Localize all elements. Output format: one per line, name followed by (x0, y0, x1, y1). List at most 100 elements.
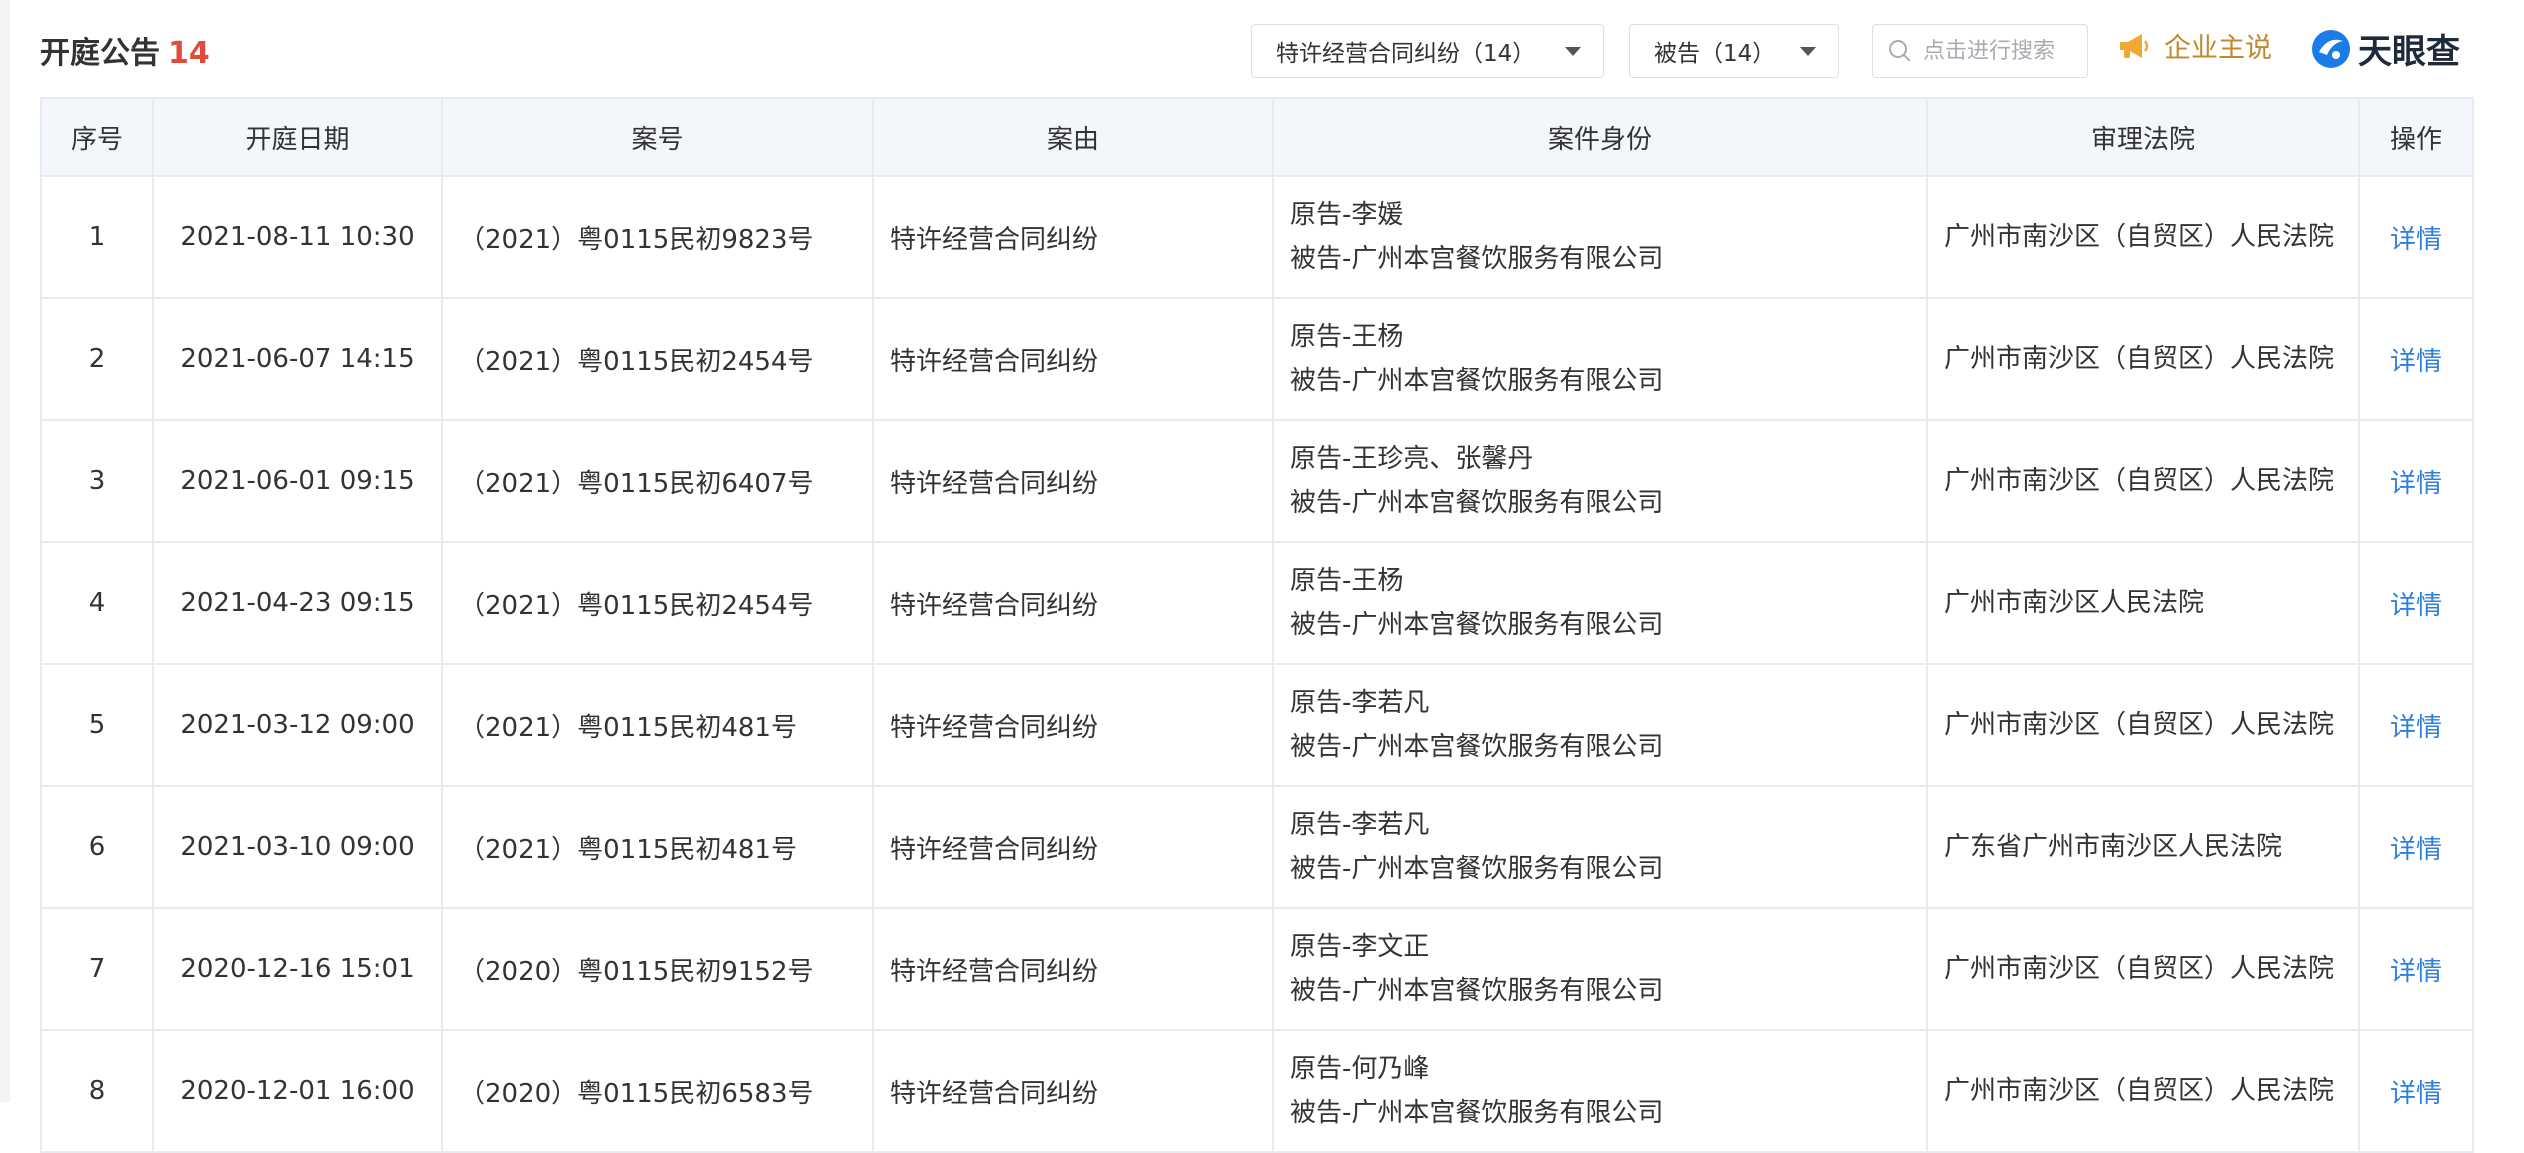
cell-date: 2021-06-01 09:15 (152, 419, 443, 543)
cell-date: 2021-03-12 09:00 (152, 663, 443, 787)
cell-court: 广州市南沙区（自贸区）人民法院 (1926, 297, 2360, 421)
cell-role: 原告-李若凡 被告-广州本宫餐饮服务有限公司 (1272, 785, 1928, 909)
detail-link[interactable]: 详情 (2390, 713, 2442, 743)
defendant-text: 被告-广州本宫餐饮服务有限公司 (1290, 610, 1664, 640)
cell-no: 2 (40, 297, 154, 421)
cell-role: 原告-王杨 被告-广州本宫餐饮服务有限公司 (1272, 297, 1928, 421)
cell-role: 原告-王杨 被告-广州本宫餐饮服务有限公司 (1272, 541, 1928, 665)
column-header-cause: 案由 (872, 97, 1274, 177)
cell-court: 广州市南沙区（自贸区）人民法院 (1926, 419, 2360, 543)
plaintiff-text: 原告-李若凡 (1290, 688, 1430, 718)
column-header-role: 案件身份 (1272, 97, 1928, 177)
detail-link[interactable]: 详情 (2390, 347, 2442, 377)
cause-filter-dropdown[interactable]: 特许经营合同纠纷（14） (1251, 24, 1604, 78)
plaintiff-text: 原告-李若凡 (1290, 810, 1430, 840)
cell-date: 2020-12-16 15:01 (152, 907, 443, 1031)
cell-case-no: （2021）粤0115民初2454号 (441, 541, 874, 665)
cell-role: 原告-李若凡 被告-广州本宫餐饮服务有限公司 (1272, 663, 1928, 787)
cell-no: 7 (40, 907, 154, 1031)
cell-court: 广州市南沙区（自贸区）人民法院 (1926, 1029, 2360, 1153)
megaphone-icon (2120, 33, 2149, 58)
cell-court: 广东省广州市南沙区人民法院 (1926, 785, 2360, 909)
cell-date: 2020-12-01 16:00 (152, 1029, 443, 1153)
defendant-text: 被告-广州本宫餐饮服务有限公司 (1290, 244, 1664, 274)
detail-link[interactable]: 详情 (2390, 225, 2442, 255)
search-icon (1889, 40, 1911, 62)
table-row: 1 2021-08-11 10:30 （2021）粤0115民初9823号 特许… (40, 175, 2474, 299)
detail-link[interactable]: 详情 (2390, 957, 2442, 987)
cell-date: 2021-03-10 09:00 (152, 785, 443, 909)
section-title-label: 开庭公告 (40, 36, 160, 71)
brand-name: 天眼查 (2358, 32, 2460, 72)
cell-case-no: （2021）粤0115民初2454号 (441, 297, 874, 421)
plaintiff-text: 原告-李文正 (1290, 932, 1430, 962)
cell-cause: 特许经营合同纠纷 (872, 663, 1274, 787)
section-title-count: 14 (168, 36, 210, 71)
defendant-text: 被告-广州本宫餐饮服务有限公司 (1290, 854, 1664, 884)
cell-role: 原告-李文正 被告-广州本宫餐饮服务有限公司 (1272, 907, 1928, 1031)
defendant-text: 被告-广州本宫餐饮服务有限公司 (1290, 488, 1664, 518)
cell-no: 5 (40, 663, 154, 787)
cell-cause: 特许经营合同纠纷 (872, 297, 1274, 421)
cell-date: 2021-08-11 10:30 (152, 175, 443, 299)
cell-date: 2021-04-23 09:15 (152, 541, 443, 665)
cell-cause: 特许经营合同纠纷 (872, 907, 1274, 1031)
chevron-down-icon (1800, 46, 1816, 56)
table-row: 8 2020-12-01 16:00 （2020）粤0115民初6583号 特许… (40, 1029, 2474, 1153)
chevron-down-icon (1565, 46, 1581, 56)
cell-case-no: （2021）粤0115民初9823号 (441, 175, 874, 299)
cell-case-no: （2020）粤0115民初9152号 (441, 907, 874, 1031)
cell-cause: 特许经营合同纠纷 (872, 175, 1274, 299)
column-header-case-no: 案号 (441, 97, 874, 177)
cell-cause: 特许经营合同纠纷 (872, 419, 1274, 543)
column-header-court: 审理法院 (1926, 97, 2360, 177)
cell-case-no: （2021）粤0115民初481号 (441, 663, 874, 787)
cell-court: 广州市南沙区（自贸区）人民法院 (1926, 907, 2360, 1031)
detail-link[interactable]: 详情 (2390, 835, 2442, 865)
cell-court: 广州市南沙区（自贸区）人民法院 (1926, 663, 2360, 787)
detail-link[interactable]: 详情 (2390, 591, 2442, 621)
table-row: 4 2021-04-23 09:15 （2021）粤0115民初2454号 特许… (40, 541, 2474, 665)
plaintiff-text: 原告-王珍亮、张馨丹 (1290, 444, 1534, 474)
cell-cause: 特许经营合同纠纷 (872, 1029, 1274, 1153)
detail-link[interactable]: 详情 (2390, 469, 2442, 499)
cell-no: 6 (40, 785, 154, 909)
table-row: 3 2021-06-01 09:15 （2021）粤0115民初6407号 特许… (40, 419, 2474, 543)
defendant-text: 被告-广州本宫餐饮服务有限公司 (1290, 732, 1664, 762)
column-header-date: 开庭日期 (152, 97, 443, 177)
table-header-row: 序号 开庭日期 案号 案由 案件身份 审理法院 操作 (40, 97, 2474, 177)
role-filter-dropdown[interactable]: 被告（14） (1629, 24, 1839, 78)
plaintiff-text: 原告-何乃峰 (1290, 1054, 1430, 1084)
cause-filter-label: 特许经营合同纠纷（14） (1276, 41, 1536, 67)
cell-case-no: （2020）粤0115民初6583号 (441, 1029, 874, 1153)
plaintiff-text: 原告-王杨 (1290, 322, 1404, 352)
tianyancha-logo-icon (2312, 29, 2350, 68)
cell-no: 8 (40, 1029, 154, 1153)
table-row: 7 2020-12-16 15:01 （2020）粤0115民初9152号 特许… (40, 907, 2474, 1031)
cell-no: 1 (40, 175, 154, 299)
enterprise-voice-label: 企业主说 (2164, 33, 2272, 64)
cell-case-no: （2021）粤0115民初6407号 (441, 419, 874, 543)
column-header-action: 操作 (2358, 97, 2474, 177)
section-header: 开庭公告14 特许经营合同纠纷（14） 被告（14） 企业主说 天眼查 (0, 0, 2524, 97)
table-row: 5 2021-03-12 09:00 （2021）粤0115民初481号 特许经… (40, 663, 2474, 787)
defendant-text: 被告-广州本宫餐饮服务有限公司 (1290, 976, 1664, 1006)
cell-cause: 特许经营合同纠纷 (872, 541, 1274, 665)
cell-court: 广州市南沙区（自贸区）人民法院 (1926, 175, 2360, 299)
cell-court: 广州市南沙区人民法院 (1926, 541, 2360, 665)
brand-logo: 天眼查 (2310, 24, 2460, 73)
cell-role: 原告-李媛 被告-广州本宫餐饮服务有限公司 (1272, 175, 1928, 299)
cell-no: 3 (40, 419, 154, 543)
table-row: 6 2021-03-10 09:00 （2021）粤0115民初481号 特许经… (40, 785, 2474, 909)
cell-role: 原告-王珍亮、张馨丹 被告-广州本宫餐饮服务有限公司 (1272, 419, 1928, 543)
enterprise-voice-link[interactable]: 企业主说 (2118, 26, 2272, 65)
search-input[interactable] (1921, 37, 2085, 65)
section-title: 开庭公告 14 (40, 28, 210, 72)
cell-cause: 特许经营合同纠纷 (872, 785, 1274, 909)
cell-no: 4 (40, 541, 154, 665)
table-row: 2 2021-06-07 14:15 （2021）粤0115民初2454号 特许… (40, 297, 2474, 421)
search-box (1872, 24, 2088, 78)
cell-role: 原告-何乃峰 被告-广州本宫餐饮服务有限公司 (1272, 1029, 1928, 1153)
cell-date: 2021-06-07 14:15 (152, 297, 443, 421)
detail-link[interactable]: 详情 (2390, 1079, 2442, 1109)
